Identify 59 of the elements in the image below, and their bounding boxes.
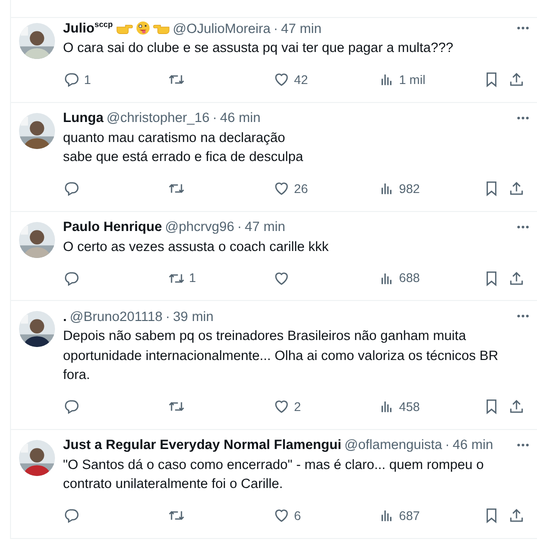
post-text: quanto mau caratismo na declaração sabe que está errado e fica de desculpa: [63, 128, 304, 166]
user-name[interactable]: Just a Regular Everyday Normal Flamengui: [63, 437, 342, 452]
post-time[interactable]: 46 min: [452, 437, 494, 452]
share-icon[interactable]: [508, 270, 525, 286]
reply-icon[interactable]: [63, 270, 80, 286]
share-icon[interactable]: [508, 398, 525, 415]
more-icon[interactable]: [516, 26, 530, 30]
view-count: 982: [399, 182, 420, 196]
heart-icon[interactable]: [273, 398, 290, 415]
like-count: 6: [294, 508, 301, 522]
user-name[interactable]: Julio$^{sccp}$: [63, 20, 113, 36]
reply-icon[interactable]: [63, 71, 80, 88]
like-count: 26: [294, 182, 308, 196]
more-icon[interactable]: [516, 314, 530, 318]
heart-icon[interactable]: [273, 507, 290, 524]
pointing-hand-icon: [152, 22, 170, 34]
repost-count: 1: [189, 271, 196, 285]
post-text: "O Santos dá o caso como encerrado" - mas é claro... quem rompeu o contrato unilateralmente foi o Carille.: [63, 456, 485, 493]
heart-icon[interactable]: [273, 270, 290, 286]
user-handle[interactable]: @Bruno201118: [70, 308, 163, 324]
like-count: 42: [294, 72, 308, 86]
user-name[interactable]: Lunga: [63, 110, 104, 125]
reply-count: 1: [84, 72, 91, 86]
view-count: 1 mil: [399, 72, 426, 86]
heart-icon[interactable]: [273, 180, 290, 197]
heart-icon[interactable]: [273, 71, 290, 88]
reply-icon[interactable]: [63, 507, 80, 524]
view-count: 687: [399, 508, 420, 522]
view-count: 688: [399, 271, 420, 285]
share-icon[interactable]: [508, 71, 525, 88]
post-time[interactable]: 47 min: [280, 20, 322, 36]
user-name[interactable]: Paulo Henrique: [63, 219, 162, 234]
post-text: Depois não sabem pq os treinadores Brasileiros não ganham muita oportunidade internacionalmente... Olha ai como valoriza os técnicos BR fora.: [63, 327, 500, 384]
separator-dot: ·: [445, 437, 450, 452]
user-handle[interactable]: @OJulioMoreira: [172, 20, 270, 36]
view-count: 458: [399, 400, 420, 414]
separator-dot: ·: [166, 308, 170, 324]
pointing-hand-icon: [116, 22, 133, 34]
more-icon[interactable]: [516, 116, 530, 120]
post-time[interactable]: 46 min: [220, 110, 261, 125]
post-text: O cara sai do clube e se assusta pq vai ter que pagar a multa???: [63, 39, 454, 57]
post-time[interactable]: 39 min: [173, 308, 214, 324]
reply-icon[interactable]: [63, 398, 80, 415]
more-icon[interactable]: [516, 224, 530, 228]
separator-dot: ·: [212, 110, 218, 125]
post-text: O certo as vezes assusta o coach carille kkk: [63, 238, 330, 256]
post-time[interactable]: 47 min: [244, 219, 286, 234]
face-icon: [136, 21, 150, 35]
user-handle[interactable]: @christopher_16: [106, 110, 210, 125]
user-handle[interactable]: @oflamenguista: [344, 437, 442, 452]
share-icon[interactable]: [508, 180, 525, 197]
reply-icon[interactable]: [63, 180, 80, 197]
separator-dot: ·: [237, 219, 242, 234]
user-name[interactable]: .: [63, 308, 67, 324]
share-icon[interactable]: [508, 507, 525, 524]
more-icon[interactable]: [516, 442, 530, 446]
like-count: 2: [294, 400, 301, 414]
separator-dot: ·: [273, 20, 278, 36]
user-handle[interactable]: @phcrvg96: [165, 219, 234, 234]
